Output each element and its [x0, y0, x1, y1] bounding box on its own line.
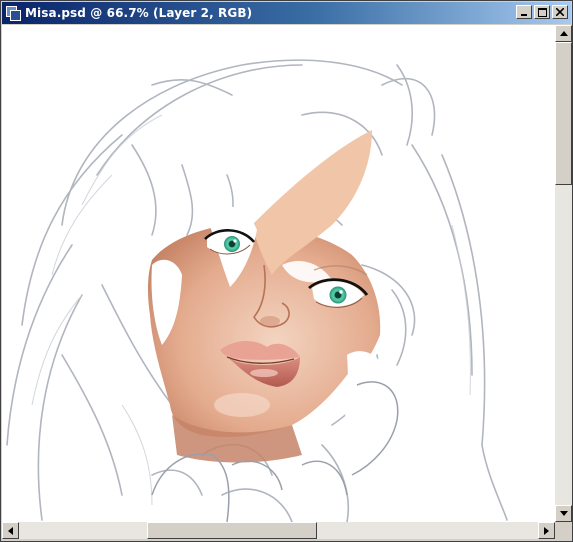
arrow-up-icon: [559, 31, 568, 36]
close-button[interactable]: [552, 5, 568, 19]
window-title: Misa.psd @ 66.7% (Layer 2, RGB): [25, 6, 253, 20]
photoshop-document-icon[interactable]: [5, 5, 21, 21]
minimize-icon: [521, 14, 527, 16]
illustration-portrait: [6, 59, 508, 522]
scroll-right-button[interactable]: [538, 522, 555, 539]
scroll-down-button[interactable]: [555, 505, 572, 522]
vertical-scrollbar[interactable]: [555, 25, 572, 522]
document-canvas[interactable]: [2, 25, 555, 522]
horizontal-scroll-thumb[interactable]: [147, 522, 317, 539]
vertical-scroll-thumb[interactable]: [555, 42, 572, 185]
arrow-down-icon: [559, 511, 568, 516]
document-window: Misa.psd @ 66.7% (Layer 2, RGB): [0, 0, 573, 542]
arrow-left-icon: [8, 526, 13, 535]
horizontal-scrollbar[interactable]: [2, 522, 555, 539]
scrollbar-corner: [555, 522, 572, 539]
window-controls: [514, 5, 568, 19]
arrow-right-icon: [544, 526, 549, 535]
maximize-button[interactable]: [534, 5, 550, 19]
title-bar[interactable]: Misa.psd @ 66.7% (Layer 2, RGB): [2, 2, 571, 24]
minimize-button[interactable]: [516, 5, 532, 19]
close-icon: [556, 8, 564, 16]
scroll-left-button[interactable]: [2, 522, 19, 539]
maximize-icon: [537, 7, 547, 17]
scroll-up-button[interactable]: [555, 25, 572, 42]
